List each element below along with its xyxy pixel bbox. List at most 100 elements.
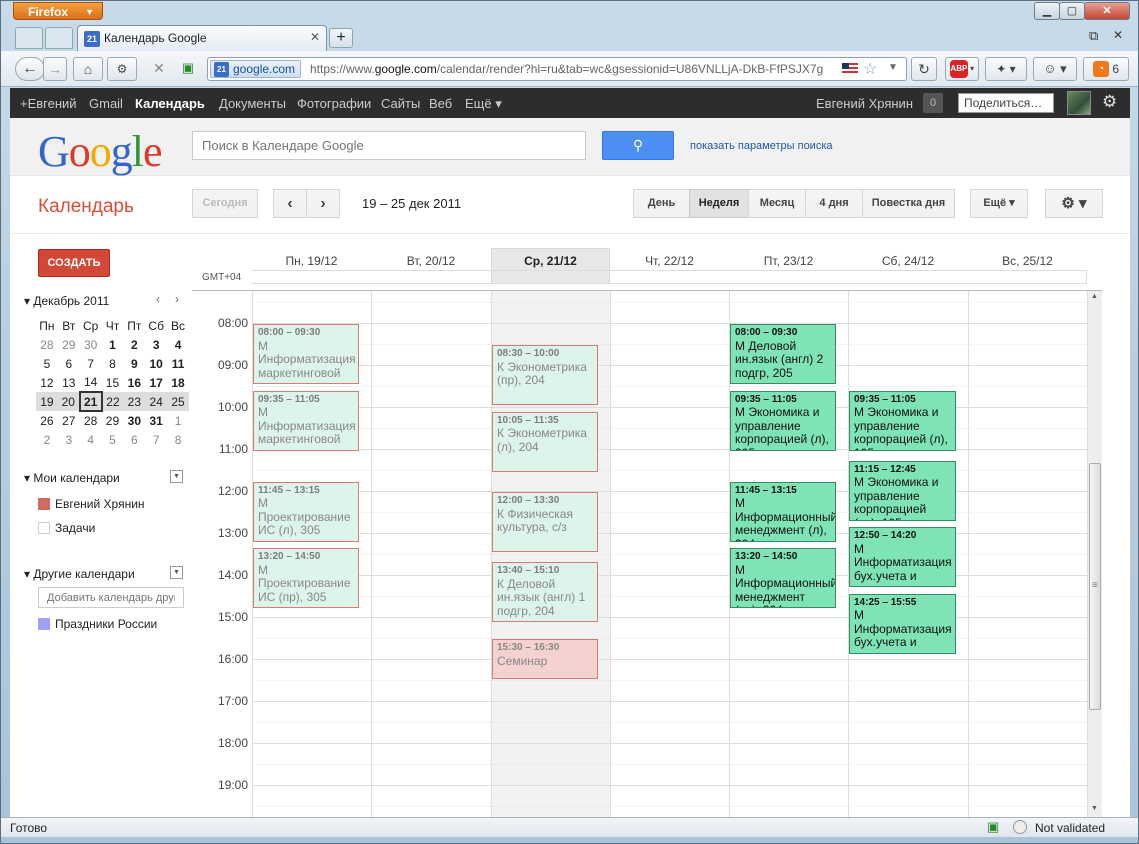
mini-day[interactable]: 4 — [167, 335, 189, 354]
minimize-button[interactable]: ▁ — [1034, 2, 1060, 20]
gbar-sites[interactable]: Сайты — [381, 96, 420, 111]
mini-day[interactable]: 13 — [58, 373, 80, 392]
mini-day[interactable]: 17 — [145, 373, 167, 392]
home-button[interactable]: ⌂ — [73, 57, 103, 81]
gbar-web[interactable]: Веб — [429, 96, 452, 111]
url-bar[interactable]: 21 google.com https://www.google.com/cal… — [207, 57, 907, 81]
other-calendars-header[interactable]: ▾ Другие календари — [24, 567, 135, 581]
mini-day[interactable]: 3 — [58, 430, 80, 449]
close-tab-icon[interactable]: ✕ — [310, 30, 320, 44]
avatar[interactable] — [1067, 91, 1091, 115]
mini-day[interactable]: 26 — [36, 411, 58, 430]
mini-day[interactable]: 16 — [123, 373, 145, 392]
rss-button[interactable]: ◔ 6 — [1083, 57, 1129, 81]
maximize-button[interactable]: ▢ — [1059, 2, 1085, 20]
my-calendars-menu-icon[interactable]: ▼ — [170, 470, 183, 483]
calendar-event[interactable]: 09:35 – 11:05 М Информатизация маркетинго… — [253, 390, 359, 451]
search-options-link[interactable]: показать параметры поиска — [690, 140, 833, 152]
mini-day[interactable]: 6 — [58, 354, 80, 373]
my-calendars-header[interactable]: ▾ Мои календари — [24, 471, 120, 485]
gear-icon[interactable]: ⚙ — [1102, 92, 1117, 112]
calendar-item-evgeny[interactable]: Евгений Хрянин — [38, 497, 145, 511]
mini-day[interactable]: 19 — [36, 392, 58, 411]
gbar-plus-user[interactable]: +Евгений — [20, 96, 77, 111]
day-header[interactable]: Пт, 23/12 — [729, 254, 848, 272]
mini-day[interactable]: 24 — [145, 392, 168, 411]
previous-week-button[interactable]: ‹ — [273, 189, 307, 218]
mini-day[interactable]: 1 — [167, 411, 189, 430]
history-dropdown-icon[interactable]: ▼ — [888, 62, 898, 73]
mini-day[interactable]: 15 — [102, 373, 124, 392]
validator-icon[interactable]: ▣ — [987, 819, 1005, 835]
scroll-up-icon[interactable]: ▲ — [1091, 293, 1098, 300]
forward-button[interactable]: → — [43, 57, 67, 81]
calendar-event[interactable]: 08:30 – 10:00 К Эконометрика (пр), 204 — [492, 345, 598, 405]
calendar-event[interactable]: 08:00 – 09:30 М Информатизация маркетинго… — [253, 324, 359, 384]
calendar-event[interactable]: 14:25 – 15:55 М Информатизация бух.учета … — [849, 593, 956, 654]
view-4days-button[interactable]: 4 дня — [805, 189, 863, 218]
status-circle-icon[interactable] — [1013, 820, 1027, 834]
mini-day[interactable]: 9 — [123, 354, 145, 373]
week-grid-body[interactable]: 08:00 09:00 10:00 11:00 12:00 13:00 14:00 15:00… — [192, 290, 1102, 817]
stop-icon[interactable]: ✕ — [145, 57, 173, 81]
calendar-event[interactable]: 13:20 – 14:50 М Проектирование ИС (пр), 3… — [253, 548, 359, 608]
calendar-event[interactable]: 12:00 – 13:30 К Физическая культура, с/з — [492, 492, 598, 552]
mini-day[interactable]: 11 — [167, 354, 189, 373]
mini-day[interactable]: 23 — [123, 392, 146, 411]
mini-day[interactable]: 25 — [167, 392, 189, 411]
bookmark-star-icon[interactable]: ☆ — [863, 59, 877, 79]
site-identity[interactable]: 21 google.com — [210, 60, 302, 78]
mini-day[interactable]: 10 — [145, 354, 167, 373]
mini-day[interactable]: 21 — [78, 391, 103, 412]
view-day-button[interactable]: День — [633, 189, 690, 218]
gbar-gmail[interactable]: Gmail — [89, 96, 123, 111]
mini-day[interactable]: 6 — [123, 430, 145, 449]
validator-icon[interactable]: ▣ — [175, 57, 201, 81]
mini-day[interactable]: 14 — [80, 373, 102, 392]
mini-day[interactable]: 29 — [102, 411, 124, 430]
create-button[interactable]: СОЗДАТЬ — [38, 249, 110, 277]
calendar-event[interactable]: 12:50 – 14:20 М Информатизация бух.учета … — [849, 527, 956, 587]
mini-day[interactable]: 31 — [145, 411, 167, 430]
mini-day[interactable]: 7 — [80, 354, 102, 373]
greasemonkey-button[interactable]: ☺ ▾ — [1033, 57, 1077, 81]
mini-prev-month-icon[interactable]: ‹ — [156, 292, 160, 306]
scrollbar-thumb[interactable]: ≡ — [1089, 463, 1101, 710]
gbar-calendar[interactable]: Календарь — [135, 96, 205, 111]
view-month-button[interactable]: Месяц — [748, 189, 806, 218]
share-button[interactable]: Поделиться… — [958, 93, 1054, 113]
mini-day[interactable]: 5 — [36, 354, 58, 373]
list-tabs-icon[interactable]: ⧉ — [1089, 28, 1098, 44]
mini-day[interactable]: 28 — [36, 335, 58, 354]
calendar-event[interactable]: 10:05 – 11:35 К Эконометрика (л), 204 — [492, 411, 598, 472]
calendar-event[interactable]: 09:35 – 11:05 М Экономика и управление ко… — [730, 390, 836, 451]
calendar-event[interactable]: 15:30 – 16:30 Семинар — [492, 639, 598, 679]
url-text[interactable]: https://www.google.com/calendar/render?h… — [310, 62, 838, 76]
mini-day[interactable]: 28 — [80, 411, 102, 430]
mini-day[interactable]: 18 — [167, 373, 189, 392]
all-day-row[interactable] — [252, 270, 1087, 284]
mini-calendar-month[interactable]: ▾ Декабрь 2011 — [24, 294, 109, 308]
mini-day[interactable]: 30 — [80, 335, 102, 354]
gbar-photos[interactable]: Фотографии — [297, 96, 371, 111]
close-icon[interactable]: ✕ — [1113, 28, 1123, 42]
gbar-more[interactable]: Ещё ▾ — [465, 96, 502, 112]
gbar-documents[interactable]: Документы — [219, 96, 286, 111]
add-friend-calendar-input[interactable] — [38, 587, 184, 608]
close-window-button[interactable]: ✕ — [1084, 2, 1130, 20]
google-logo[interactable]: Google — [38, 130, 163, 174]
new-tab-button[interactable]: + — [329, 28, 353, 48]
gbar-user-name[interactable]: Евгений Хрянин — [816, 96, 913, 111]
notification-count[interactable]: 0 — [923, 93, 943, 113]
day-header[interactable]: Вт, 20/12 — [371, 254, 491, 272]
mini-day[interactable]: 30 — [123, 411, 145, 430]
calendar-event[interactable]: 09:35 – 11:05 М Экономика и управление ко… — [849, 390, 956, 451]
calendar-event[interactable]: 11:15 – 12:45 М Экономика и управление ко… — [849, 460, 956, 521]
mini-day[interactable]: 20 — [57, 392, 80, 411]
mini-day[interactable]: 2 — [123, 335, 145, 354]
page-title[interactable]: Календарь — [38, 196, 134, 218]
day-header[interactable]: Ср, 21/12 — [491, 254, 610, 272]
mini-day[interactable]: 2 — [36, 430, 58, 449]
mini-day[interactable]: 7 — [145, 430, 167, 449]
adblock-button[interactable]: ABP ▾ — [945, 57, 979, 81]
